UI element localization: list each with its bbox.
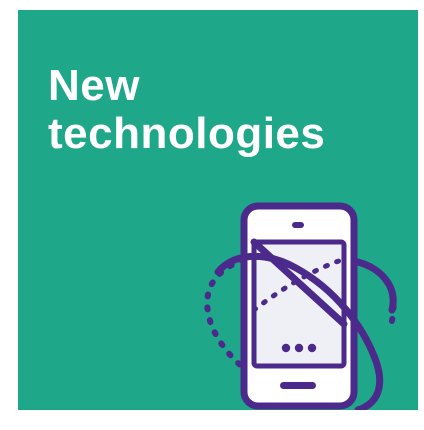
- screen-dot-3: [307, 343, 317, 353]
- phone-illustration: [204, 202, 397, 410]
- home-bar: [280, 382, 316, 389]
- screen-dot-1: [281, 343, 291, 353]
- speaker-icon: [292, 222, 304, 228]
- promo-tile: New technologies: [18, 10, 418, 410]
- screen-dot-2: [294, 343, 304, 353]
- smartphone-icon: [240, 202, 358, 410]
